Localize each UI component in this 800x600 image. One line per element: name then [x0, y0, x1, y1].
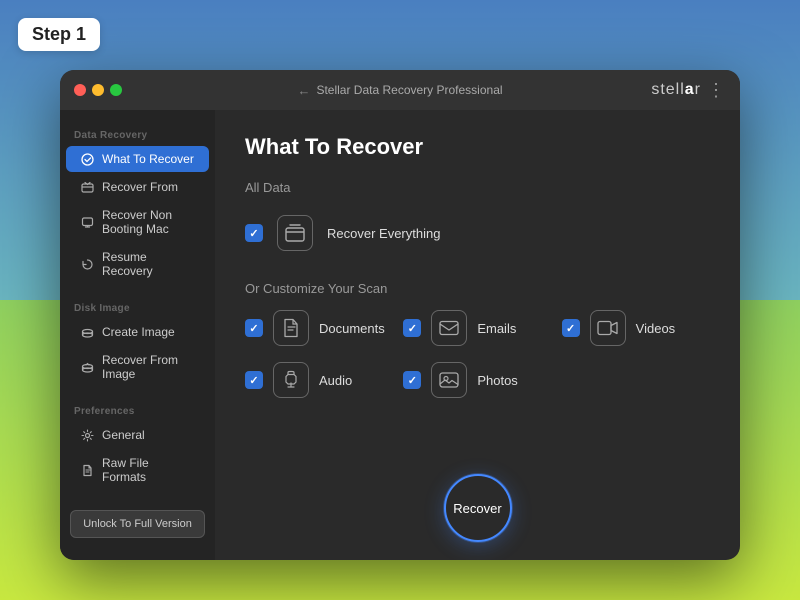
non-booting-icon: [80, 215, 94, 229]
documents-item: Documents: [245, 310, 393, 346]
what-to-recover-icon: [80, 152, 94, 166]
recover-everything-row: Recover Everything: [245, 209, 710, 257]
traffic-lights: [74, 84, 122, 96]
sidebar-item-recover-from-label: Recover From: [102, 180, 178, 194]
photos-label: Photos: [477, 373, 517, 388]
photos-checkbox[interactable]: [403, 371, 421, 389]
recover-everything-label: Recover Everything: [327, 226, 440, 241]
logo-text: stellar: [651, 81, 701, 99]
videos-item: Videos: [562, 310, 710, 346]
sidebar-item-what-to-recover[interactable]: What To Recover: [66, 146, 209, 172]
emails-icon: [431, 310, 467, 346]
recover-from-image-icon: [80, 360, 94, 374]
unlock-button[interactable]: Unlock To Full Version: [70, 510, 205, 538]
videos-icon: [590, 310, 626, 346]
audio-checkbox[interactable]: [245, 371, 263, 389]
all-data-label: All Data: [245, 180, 710, 195]
back-arrow-icon[interactable]: ←: [297, 83, 310, 98]
photos-icon: [431, 362, 467, 398]
documents-icon: [273, 310, 309, 346]
resume-recovery-icon: [80, 257, 94, 271]
photos-item: Photos: [403, 362, 551, 398]
menu-icon[interactable]: ⋮: [707, 80, 726, 101]
sidebar-item-recover-from-image-label: Recover From Image: [102, 353, 195, 381]
sidebar-item-general[interactable]: General: [66, 422, 209, 448]
raw-file-icon: [80, 463, 94, 477]
documents-label: Documents: [319, 321, 385, 336]
emails-label: Emails: [477, 321, 516, 336]
customize-label: Or Customize Your Scan: [245, 281, 710, 296]
recover-everything-icon: [277, 215, 313, 251]
create-image-icon: [80, 325, 94, 339]
main-window: ← Stellar Data Recovery Professional ste…: [60, 70, 740, 560]
recover-button-container: Recover: [444, 474, 512, 542]
emails-checkbox[interactable]: [403, 319, 421, 337]
sidebar-item-raw-label: Raw File Formats: [102, 456, 195, 484]
maximize-button[interactable]: [110, 84, 122, 96]
recover-everything-checkbox[interactable]: [245, 224, 263, 242]
page-title: What To Recover: [245, 134, 710, 160]
close-button[interactable]: [74, 84, 86, 96]
window-body: Data Recovery What To Recover: [60, 110, 740, 560]
sidebar-item-recover-from[interactable]: Recover From: [66, 174, 209, 200]
videos-checkbox[interactable]: [562, 319, 580, 337]
title-bar-title: ← Stellar Data Recovery Professional: [297, 83, 502, 98]
sidebar-section-preferences: Preferences: [60, 398, 215, 421]
sidebar-item-resume-recovery[interactable]: Resume Recovery: [66, 244, 209, 284]
customize-section: Or Customize Your Scan Documents: [245, 281, 710, 398]
sidebar-item-what-to-recover-label: What To Recover: [102, 152, 194, 166]
sidebar-item-non-booting[interactable]: Recover Non Booting Mac: [66, 202, 209, 242]
title-bar: ← Stellar Data Recovery Professional ste…: [60, 70, 740, 110]
sidebar-item-general-label: General: [102, 428, 145, 442]
step-badge: Step 1: [18, 18, 100, 51]
emails-item: Emails: [403, 310, 551, 346]
customize-grid: Documents Emails: [245, 310, 710, 398]
main-content: What To Recover All Data Recover Everyth…: [215, 110, 740, 560]
sidebar-section-data-recovery: Data Recovery: [60, 122, 215, 145]
audio-icon: [273, 362, 309, 398]
sidebar-item-create-image[interactable]: Create Image: [66, 319, 209, 345]
audio-label: Audio: [319, 373, 352, 388]
general-icon: [80, 428, 94, 442]
recover-button[interactable]: Recover: [444, 474, 512, 542]
sidebar-item-non-booting-label: Recover Non Booting Mac: [102, 208, 195, 236]
audio-item: Audio: [245, 362, 393, 398]
videos-label: Videos: [636, 321, 676, 336]
sidebar-section-disk-image: Disk Image: [60, 295, 215, 318]
minimize-button[interactable]: [92, 84, 104, 96]
recover-from-icon: [80, 180, 94, 194]
app-title: Stellar Data Recovery Professional: [316, 83, 502, 97]
sidebar-item-resume-label: Resume Recovery: [102, 250, 195, 278]
documents-checkbox[interactable]: [245, 319, 263, 337]
sidebar: Data Recovery What To Recover: [60, 110, 215, 560]
sidebar-item-raw-file-formats[interactable]: Raw File Formats: [66, 450, 209, 490]
sidebar-item-create-image-label: Create Image: [102, 325, 175, 339]
sidebar-bottom: Unlock To Full Version: [60, 500, 215, 548]
stellar-logo: stellar ⋮: [651, 80, 726, 101]
sidebar-item-recover-from-image[interactable]: Recover From Image: [66, 347, 209, 387]
